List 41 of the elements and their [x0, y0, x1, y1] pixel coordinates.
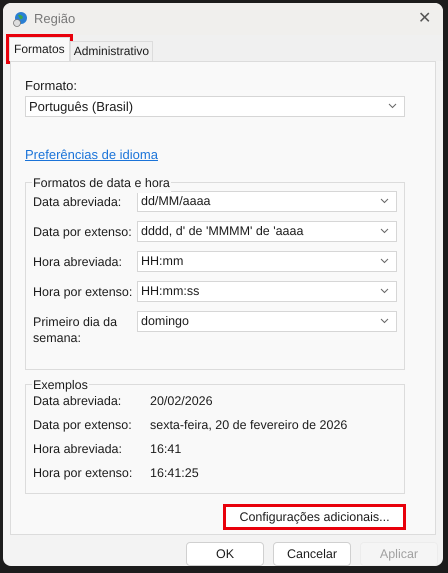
format-dropdown[interactable]: dd/MM/aaaa — [137, 190, 397, 212]
format-dropdown[interactable]: Português (Brasil) — [25, 96, 405, 117]
example-value: 20/02/2026 — [150, 392, 213, 410]
dropdown-value: dddd, d' de 'MMMM' de 'aaaa — [141, 223, 304, 240]
dropdown-value: HH:mm — [141, 253, 184, 270]
tab[interactable]: Administrativo — [70, 40, 154, 61]
example-value: 16:41 — [150, 440, 182, 458]
example-label: Data abreviada: — [33, 392, 122, 410]
additional-settings-button[interactable]: Configurações adicionais... — [223, 504, 406, 530]
format-dropdown[interactable]: domingo — [137, 310, 397, 332]
globe-icon — [12, 10, 28, 27]
dropdown-value: dd/MM/aaaa — [141, 193, 210, 210]
chevron-down-icon — [380, 198, 389, 204]
example-label: Hora por extenso: — [33, 464, 134, 482]
dialog-button[interactable]: OK — [186, 542, 264, 566]
dropdown-value: domingo — [141, 313, 189, 330]
field-label: Hora por extenso: — [33, 284, 134, 300]
example-label: Data por extenso: — [33, 416, 133, 434]
field-label: Data abreviada: — [33, 194, 122, 210]
field-label: Formato: — [25, 76, 78, 95]
dialog-button[interactable]: Cancelar — [273, 542, 351, 566]
format-dropdown[interactable]: dddd, d' de 'MMMM' de 'aaaa — [137, 220, 397, 242]
chevron-down-icon — [380, 258, 389, 264]
example-value: 16:41:25 — [150, 464, 199, 482]
format-dropdown[interactable]: HH:mm:ss — [137, 280, 397, 302]
format-dropdown[interactable]: HH:mm — [137, 250, 397, 272]
chevron-down-icon — [380, 318, 389, 324]
window-title: Região — [34, 10, 76, 28]
chevron-down-icon — [380, 228, 389, 234]
dropdown-value: Português (Brasil) — [29, 98, 134, 116]
chevron-down-icon — [388, 103, 397, 110]
example-label: Hora abreviada: — [33, 440, 123, 458]
field-label: Hora abreviada: — [33, 254, 123, 270]
close-button[interactable]: ✕ — [418, 6, 431, 31]
chevron-down-icon — [380, 288, 389, 294]
language-preferences-link[interactable]: Preferências de idioma — [25, 145, 158, 165]
example-value: sexta-feira, 20 de fevereiro de 2026 — [150, 416, 348, 434]
dropdown-value: HH:mm:ss — [141, 283, 200, 300]
field-label: Primeiro dia da semana: — [33, 314, 118, 346]
field-label: Data por extenso: — [33, 224, 133, 240]
tab[interactable]: Formatos — [9, 36, 70, 61]
